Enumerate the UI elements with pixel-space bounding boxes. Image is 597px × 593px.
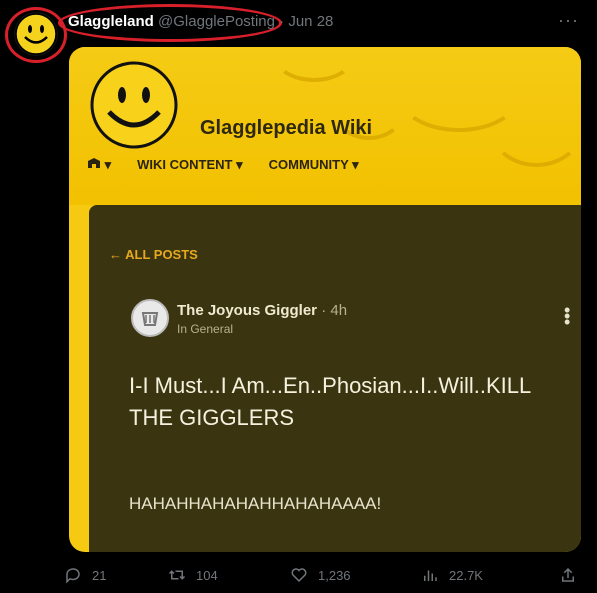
- tweet-date[interactable]: Jun 28: [288, 13, 333, 30]
- post-title: I-I Must...I Am...En..Phosian...I..Will.…: [129, 373, 531, 430]
- tweet-media-image[interactable]: Glagglepedia Wiki ▾ WIKI CONTENT ▾ COMMU…: [69, 47, 581, 552]
- wiki-home-menu: ▾: [87, 157, 111, 173]
- wiki-home-caret: ▾: [104, 157, 112, 172]
- post-body: HAHAHHAHAHAHHAHAHAAAA!: [129, 494, 382, 513]
- heart-icon: [291, 568, 307, 583]
- community-menu: COMMUNITY ▾: [268, 157, 359, 172]
- retweet-button[interactable]: 104: [168, 566, 290, 584]
- retweet-count: 104: [196, 567, 218, 583]
- post-author: The Joyous Giggler · 4h: [177, 302, 347, 319]
- background-smile: [274, 47, 354, 82]
- retweet-icon: [168, 570, 186, 580]
- wiki-title: Glagglepedia Wiki: [200, 117, 373, 139]
- reply-icon: [66, 568, 80, 584]
- display-name[interactable]: Glaggleland: [68, 13, 154, 30]
- views-count: 22.7K: [449, 567, 483, 583]
- share-button[interactable]: [559, 566, 577, 584]
- separator-dot: ·: [279, 13, 285, 30]
- background-smile: [489, 87, 581, 167]
- share-icon: [562, 567, 574, 582]
- like-button[interactable]: 1,236: [290, 566, 421, 584]
- tweet-header: Glaggleland @GlagglePosting · Jun 28: [68, 13, 333, 30]
- post-time: · 4h: [321, 302, 348, 319]
- more-options-button[interactable]: ···: [558, 10, 579, 31]
- post-category: In General: [177, 322, 234, 336]
- wiki-header: Glagglepedia Wiki ▾ WIKI CONTENT ▾ COMMU…: [69, 47, 581, 205]
- wiki-home-icon: [88, 158, 100, 168]
- wiki-smiley-logo-icon[interactable]: [89, 60, 179, 150]
- smiley-avatar-icon: [15, 13, 57, 55]
- wiki-nav: ▾ WIKI CONTENT ▾ COMMUNITY ▾: [87, 157, 359, 173]
- reply-count: 21: [92, 567, 107, 583]
- tweet-actions: 21 104 1,236 22.7K: [64, 566, 584, 584]
- author-name-text: The Joyous Giggler: [177, 302, 318, 319]
- post-options-icon: • • •: [564, 300, 571, 332]
- avatar[interactable]: [14, 12, 58, 56]
- like-count: 1,236: [318, 567, 351, 583]
- views-button[interactable]: 22.7K: [421, 566, 559, 584]
- all-posts-link: ← ALL POSTS: [109, 247, 198, 262]
- author-avatar-icon: [131, 299, 169, 337]
- user-handle[interactable]: @GlagglePosting: [158, 13, 275, 30]
- views-bar-chart-icon: [424, 570, 437, 581]
- wiki-content-menu: WIKI CONTENT ▾: [137, 157, 243, 172]
- reply-button[interactable]: 21: [64, 566, 168, 584]
